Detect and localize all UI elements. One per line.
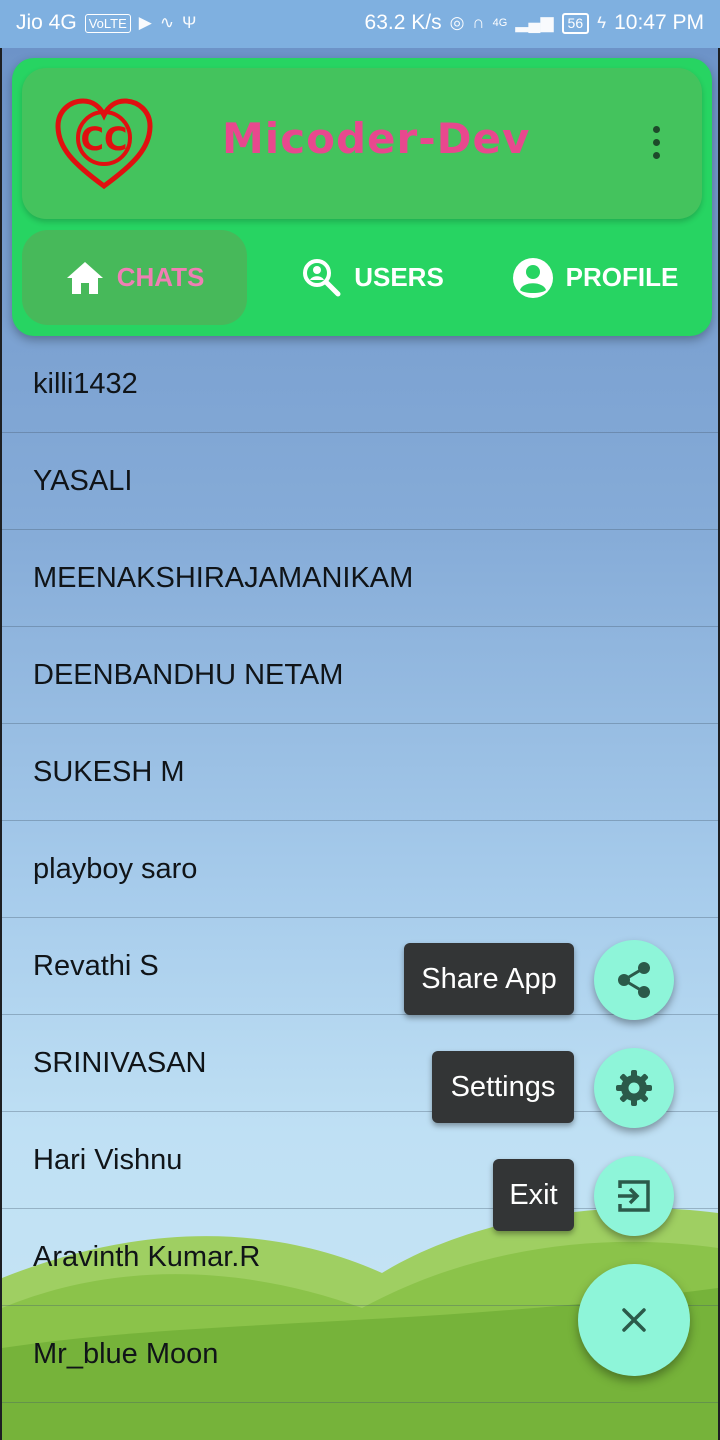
tab-profile-label: PROFILE bbox=[565, 262, 679, 292]
main-screen: CC Micoder-Dev CHATS USERS PROFILE killi… bbox=[2, 48, 718, 1440]
fab-close-button[interactable] bbox=[578, 1264, 690, 1376]
activity-icon: ∿ bbox=[159, 13, 175, 32]
clock: 10:47 PM bbox=[614, 11, 704, 34]
exit-to-app-icon bbox=[618, 1180, 650, 1212]
network-speed: 63.2 K/s bbox=[364, 11, 442, 34]
home-icon bbox=[66, 261, 103, 294]
list-item[interactable]: playboy saro bbox=[2, 821, 718, 918]
list-item[interactable]: YASALI bbox=[2, 433, 718, 530]
tab-users-label: USERS bbox=[354, 262, 444, 292]
status-bar: Jio 4G VoLTE ▶ ∿ Ψ 63.2 K/s ◎ ∩ 4G ▂▄▆ 5… bbox=[0, 0, 720, 48]
carrier-text: Jio 4G bbox=[16, 11, 77, 34]
share-app-label[interactable]: Share App bbox=[404, 943, 574, 1015]
gear-icon bbox=[616, 1070, 652, 1106]
tab-chats-label: CHATS bbox=[116, 262, 205, 292]
network-type: 4G bbox=[492, 17, 508, 29]
heart-logo-icon: CC bbox=[55, 98, 153, 190]
close-icon bbox=[622, 1308, 646, 1332]
share-button[interactable] bbox=[594, 940, 674, 1020]
chat-list: killi1432 YASALI MEENAKSHIRAJAMANIKAM DE… bbox=[2, 336, 718, 1403]
logo-text: CC bbox=[81, 120, 128, 158]
title-bar: CC Micoder-Dev bbox=[22, 68, 702, 219]
volte-badge: VoLTE bbox=[84, 13, 131, 33]
overflow-menu-icon[interactable] bbox=[646, 126, 666, 166]
list-item[interactable]: DEENBANDHU NETAM bbox=[2, 627, 718, 724]
exit-label[interactable]: Exit bbox=[493, 1159, 574, 1231]
usb-icon: Ψ bbox=[182, 13, 197, 32]
account-circle-icon bbox=[512, 257, 553, 298]
hotspot-icon: ◎ bbox=[449, 13, 465, 32]
signal-icon: ▂▄▆ bbox=[515, 13, 554, 32]
charging-icon: ϟ bbox=[597, 13, 607, 32]
tab-users[interactable]: USERS bbox=[282, 230, 462, 325]
settings-label[interactable]: Settings bbox=[432, 1051, 574, 1123]
battery-level: 56 bbox=[561, 12, 590, 34]
list-item[interactable]: SUKESH M bbox=[2, 724, 718, 821]
list-item[interactable]: MEENAKSHIRAJAMANIKAM bbox=[2, 530, 718, 627]
tab-chats[interactable]: CHATS bbox=[22, 230, 247, 325]
exit-button[interactable] bbox=[594, 1156, 674, 1236]
search-person-icon bbox=[303, 258, 341, 296]
app-title: Micoder-Dev bbox=[222, 114, 531, 163]
tab-profile[interactable]: PROFILE bbox=[500, 230, 690, 325]
app-header: CC Micoder-Dev CHATS USERS PROFILE bbox=[12, 58, 712, 336]
youtube-icon: ▶ bbox=[138, 13, 152, 32]
list-item[interactable]: killi1432 bbox=[2, 336, 718, 433]
settings-button[interactable] bbox=[594, 1048, 674, 1128]
headset-icon: ∩ bbox=[472, 13, 485, 32]
share-icon bbox=[618, 962, 650, 998]
